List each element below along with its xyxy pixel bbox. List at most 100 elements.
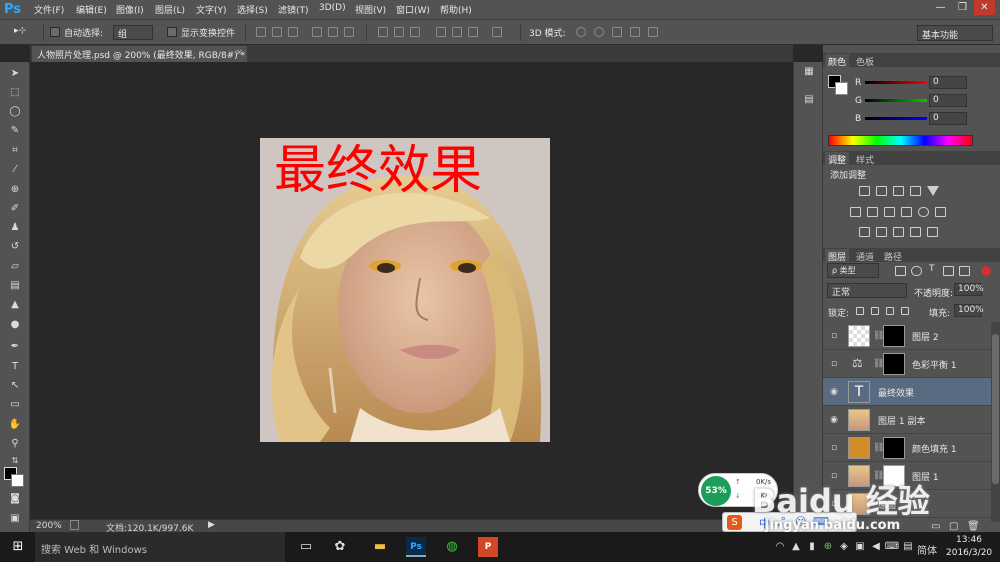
layer-row[interactable]: ▫ ⛓ 颜色填充 1 [823, 434, 991, 462]
layers-scrollbar[interactable] [991, 322, 1000, 522]
tab-paths[interactable]: 路径 [881, 249, 905, 264]
align-left-icon[interactable] [312, 27, 322, 37]
scrollbar-thumb[interactable] [992, 334, 999, 484]
visibility-toggle-icon[interactable]: ▫ [829, 359, 839, 369]
file-explorer-icon[interactable]: ▬ [370, 537, 390, 557]
3d-scale-icon[interactable] [648, 27, 658, 37]
windows-start-icon[interactable]: ⊞ [8, 537, 28, 557]
menu-file[interactable]: 文件(F) [34, 3, 64, 16]
channel-mixer-icon[interactable] [918, 207, 929, 217]
document-tab[interactable]: 人物照片处理.psd @ 200% (最终效果, RGB/8#) * × [32, 46, 247, 62]
shape-tool-icon[interactable]: ▭ [7, 398, 23, 412]
document-tab-close-icon[interactable]: × [235, 48, 243, 58]
red-slider[interactable] [865, 81, 927, 84]
clock-date[interactable]: 2016/3/20 [946, 548, 992, 558]
screen-mode-icon[interactable]: ▣ [7, 512, 23, 526]
threshold-icon[interactable] [893, 227, 904, 237]
notification-icon[interactable]: ▤ [898, 537, 918, 557]
menu-image[interactable]: 图像(I) [116, 3, 144, 16]
curves-icon[interactable] [893, 186, 904, 196]
distribute-top-icon[interactable] [378, 27, 388, 37]
healing-tool-icon[interactable]: ⊕ [7, 183, 23, 197]
sogou-icon[interactable]: S [727, 515, 742, 530]
distribute-left-icon[interactable] [436, 27, 446, 37]
filter-pixel-icon[interactable] [895, 266, 906, 276]
color-lookup-icon[interactable] [935, 207, 946, 217]
menu-select[interactable]: 选择(S) [237, 3, 268, 16]
layer-row[interactable]: ▫ ⛓ 图层 2 [823, 322, 991, 350]
status-menu-arrow-icon[interactable]: ▶ [208, 520, 215, 530]
status-info-icon[interactable] [70, 520, 79, 530]
opacity-value[interactable]: 100% [954, 283, 984, 296]
menu-window[interactable]: 窗口(W) [396, 3, 430, 16]
distribute-right-icon[interactable] [468, 27, 478, 37]
green-slider[interactable] [865, 99, 927, 102]
browser-taskbar-icon[interactable]: ◍ [442, 537, 462, 557]
menu-view[interactable]: 视图(V) [355, 3, 386, 16]
lock-all-icon[interactable] [901, 307, 909, 315]
align-right-icon[interactable] [344, 27, 354, 37]
path-select-tool-icon[interactable]: ↖ [7, 379, 23, 393]
dodge-tool-icon[interactable]: ● [7, 318, 23, 332]
lasso-tool-icon[interactable]: ◯ [7, 105, 23, 119]
minimize-button[interactable]: — [930, 0, 951, 15]
history-brush-tool-icon[interactable]: ↺ [7, 240, 23, 254]
task-view-icon[interactable]: ▭ [296, 537, 316, 557]
distribute-hcenter-icon[interactable] [452, 27, 462, 37]
tab-adjustments[interactable]: 调整 [825, 152, 850, 167]
posterize-icon[interactable] [876, 227, 887, 237]
filter-adjust-icon[interactable] [911, 266, 922, 276]
close-button[interactable]: ✕ [974, 0, 995, 15]
levels-icon[interactable] [876, 186, 887, 196]
align-vcenter-icon[interactable] [272, 27, 282, 37]
tab-layers[interactable]: 图层 [825, 249, 850, 264]
3d-pan-icon[interactable] [612, 27, 622, 37]
filter-toggle-icon[interactable] [981, 266, 991, 276]
quick-mask-icon[interactable]: ◙ [7, 492, 23, 506]
align-hcenter-icon[interactable] [328, 27, 338, 37]
new-layer-icon[interactable]: ▢ [949, 521, 958, 532]
layer-row[interactable]: ▫ ⚖ ⛓ 色彩平衡 1 [823, 350, 991, 378]
3d-rotate-icon[interactable] [576, 27, 586, 37]
quick-select-tool-icon[interactable]: ✎ [7, 124, 23, 138]
hand-tool-icon[interactable]: ✋ [7, 418, 23, 432]
restore-button[interactable]: ❐ [952, 0, 973, 15]
visibility-toggle-icon[interactable]: ▫ [829, 443, 839, 453]
zoom-level[interactable]: 200% [36, 521, 62, 531]
fill-value[interactable]: 100% [954, 304, 984, 317]
layer-row-selected[interactable]: ◉ T 最终效果 [823, 378, 991, 406]
menu-type[interactable]: 文字(Y) [196, 3, 227, 16]
tab-styles[interactable]: 样式 [853, 152, 877, 167]
auto-align-icon[interactable] [492, 27, 502, 37]
crop-tool-icon[interactable]: ⌗ [7, 144, 23, 158]
ime-label[interactable]: 简体 [917, 542, 937, 557]
gradient-map-icon[interactable] [927, 227, 938, 237]
filter-smart-icon[interactable] [959, 266, 970, 276]
color-balance-icon[interactable] [867, 207, 878, 217]
eraser-tool-icon[interactable]: ▱ [7, 260, 23, 274]
blur-tool-icon[interactable]: ▲ [7, 298, 23, 312]
menu-filter[interactable]: 滤镜(T) [278, 3, 309, 16]
layer-row[interactable]: ◉ 图层 1 副本 [823, 406, 991, 434]
distribute-vcenter-icon[interactable] [394, 27, 404, 37]
blue-slider[interactable] [865, 117, 927, 120]
auto-select-checkbox[interactable] [50, 27, 60, 37]
eyedropper-tool-icon[interactable]: ⁄ [7, 163, 23, 177]
menu-edit[interactable]: 编辑(E) [76, 3, 107, 16]
3d-roll-icon[interactable] [594, 27, 604, 37]
visibility-eye-icon[interactable]: ◉ [829, 415, 839, 425]
visibility-toggle-icon[interactable]: ▫ [829, 331, 839, 341]
background-color-swatch[interactable] [11, 474, 24, 487]
pinwheel-app-icon[interactable]: ✿ [330, 537, 350, 557]
blue-value[interactable]: 0 [929, 112, 967, 125]
history-panel-icon[interactable]: ▦ [801, 66, 817, 80]
tab-color[interactable]: 颜色 [825, 54, 850, 69]
zoom-tool-icon[interactable]: ⚲ [7, 437, 23, 451]
clone-stamp-tool-icon[interactable]: ♟ [7, 221, 23, 235]
menu-3d[interactable]: 3D(D) [319, 3, 346, 13]
blend-mode-dropdown[interactable]: 正常 [827, 283, 907, 298]
pen-tool-icon[interactable]: ✒ [7, 340, 23, 354]
auto-select-dropdown[interactable]: 组 [113, 25, 153, 40]
tab-swatches[interactable]: 色板 [853, 54, 877, 69]
vibrance-icon[interactable] [927, 186, 939, 196]
